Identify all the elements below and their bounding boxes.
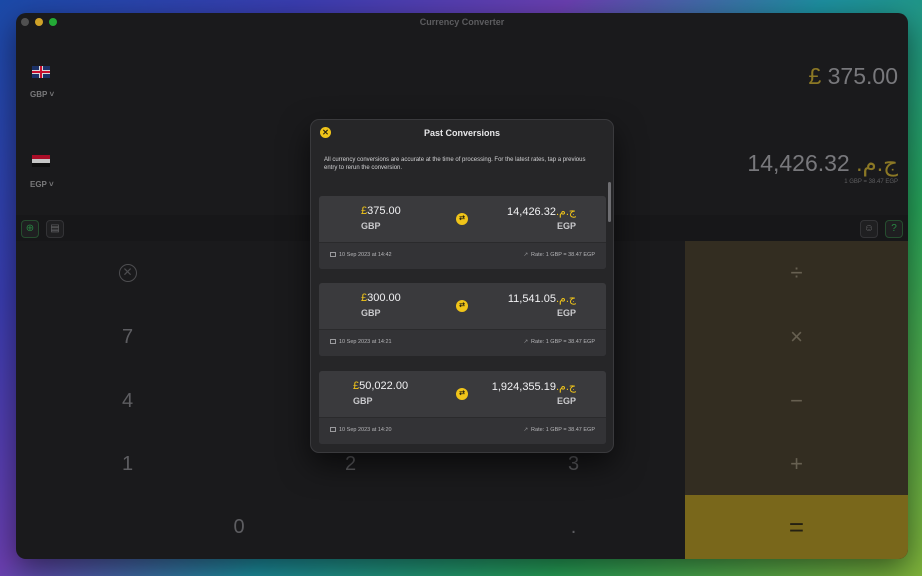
chart-icon: ↗ bbox=[523, 427, 529, 433]
entry-to-amount: ج.م.11,541.05 bbox=[507, 293, 576, 305]
entry-to-code: EGP bbox=[556, 221, 576, 231]
entry-date: 10 Sep 2023 at 14:42 bbox=[330, 252, 392, 258]
entry-to-amount: ج.م.1,924,355.19 bbox=[491, 381, 576, 393]
entry-from-amount: £300.00 bbox=[361, 292, 401, 304]
chart-icon: ↗ bbox=[523, 339, 529, 345]
entry-to-amount: ج.م.14,426.32 bbox=[507, 206, 576, 218]
entry-from-amount: £375.00 bbox=[361, 205, 401, 217]
swap-arrows-icon: ⇄ bbox=[456, 300, 468, 312]
entry-from-amount: £50,022.00 bbox=[353, 380, 409, 392]
entry-from-code: GBP bbox=[361, 221, 381, 231]
modal-info-text: All currency conversions are accurate at… bbox=[324, 157, 586, 171]
scrollbar-thumb[interactable] bbox=[608, 182, 611, 222]
conversion-entry[interactable]: £300.00 GBP ⇄ ج.م.11,541.05 EGP 10 Sep 2… bbox=[319, 283, 606, 356]
entry-date: 10 Sep 2023 at 14:20 bbox=[330, 427, 392, 433]
entry-to-code: EGP bbox=[556, 308, 576, 318]
swap-arrows-icon: ⇄ bbox=[456, 213, 468, 225]
chart-icon: ↗ bbox=[523, 252, 529, 258]
calendar-icon bbox=[330, 339, 336, 344]
entry-rate: ↗ Rate: 1 GBP = 38.47 EGP bbox=[523, 252, 595, 258]
entry-from-code: GBP bbox=[353, 396, 373, 406]
entry-rate: ↗ Rate: 1 GBP = 38.47 EGP bbox=[523, 427, 595, 433]
calendar-icon bbox=[330, 427, 336, 432]
swap-arrows-icon: ⇄ bbox=[456, 388, 468, 400]
conversion-entry[interactable]: £50,022.00 GBP ⇄ ج.م.1,924,355.19 EGP 10… bbox=[319, 371, 606, 444]
entry-date: 10 Sep 2023 at 14:21 bbox=[330, 339, 392, 345]
conversion-entry[interactable]: £375.00 GBP ⇄ ج.م.14,426.32 EGP 10 Sep 2… bbox=[319, 196, 606, 269]
past-conversions-modal: ✕ Past Conversions All currency conversi… bbox=[310, 119, 614, 453]
scrollbar[interactable] bbox=[608, 182, 612, 260]
entry-from-code: GBP bbox=[361, 308, 381, 318]
calendar-icon bbox=[330, 252, 336, 257]
entry-to-code: EGP bbox=[556, 396, 576, 406]
entry-rate: ↗ Rate: 1 GBP = 38.47 EGP bbox=[523, 339, 595, 345]
modal-title: Past Conversions bbox=[423, 128, 501, 138]
